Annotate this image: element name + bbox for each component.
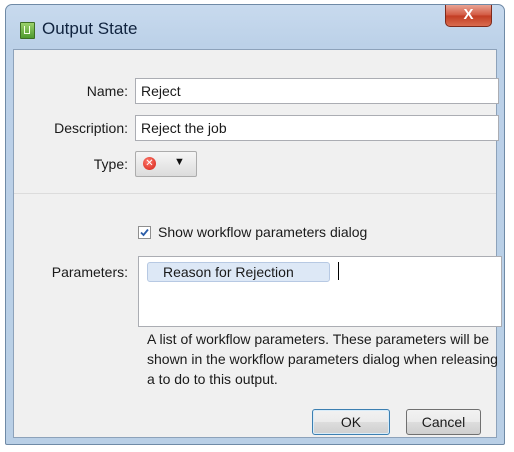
dialog-title: Output State xyxy=(42,19,138,38)
show-params-label[interactable]: Show workflow parameters dialog xyxy=(158,224,367,240)
parameters-label: Parameters: xyxy=(51,264,128,280)
cancel-button[interactable]: Cancel xyxy=(406,409,481,435)
type-label: Type: xyxy=(93,156,128,172)
name-label: Name: xyxy=(86,83,128,99)
app-icon xyxy=(20,22,35,39)
dialog-content: Name: Reject Description: Reject the job… xyxy=(13,49,502,438)
close-icon: X xyxy=(463,6,474,23)
description-label: Description: xyxy=(54,120,128,136)
show-params-checkbox[interactable] xyxy=(138,226,151,239)
output-state-dialog: Output State X Name: Reject Description:… xyxy=(5,4,505,445)
checkmark-icon xyxy=(140,228,149,237)
text-caret xyxy=(338,262,339,280)
separator xyxy=(14,193,496,194)
parameters-help-text: A list of workflow parameters. These par… xyxy=(147,331,498,387)
reject-icon: ✕ xyxy=(143,157,156,170)
close-button[interactable]: X xyxy=(445,5,492,27)
type-dropdown[interactable]: ✕ ▼ xyxy=(135,151,197,177)
ok-button[interactable]: OK xyxy=(312,409,390,435)
name-field[interactable]: Reject xyxy=(135,78,499,104)
parameter-token[interactable]: Reason for Rejection xyxy=(147,262,330,282)
title-bar[interactable]: Output State X xyxy=(6,5,504,49)
parameters-input[interactable]: Reason for Rejection xyxy=(138,256,502,327)
chevron-down-icon: ▼ xyxy=(174,156,185,168)
description-field[interactable]: Reject the job xyxy=(135,115,499,141)
